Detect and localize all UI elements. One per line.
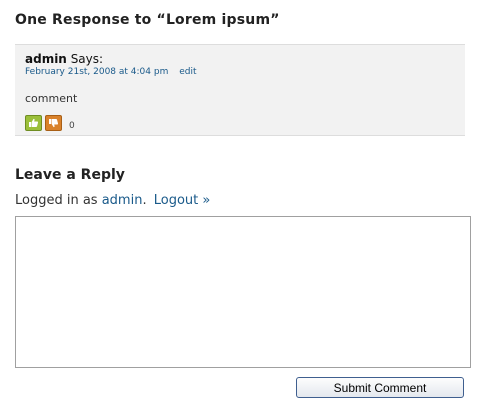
logged-in-line: Logged in as admin. Logout » xyxy=(15,193,210,208)
thumb-up-icon[interactable] xyxy=(25,115,42,131)
comment: admin Says: February 21st, 2008 at 4:04 … xyxy=(15,44,465,136)
comment-says-label: Says: xyxy=(70,52,104,66)
logout-link[interactable]: Logout » xyxy=(154,193,211,208)
comment-author: admin Says: xyxy=(25,52,103,66)
thumb-down-icon[interactable] xyxy=(45,115,62,131)
user-profile-link[interactable]: admin xyxy=(102,193,143,208)
separator: . xyxy=(142,193,147,208)
comment-date-link[interactable]: February 21st, 2008 at 4:04 pm xyxy=(25,67,168,77)
comment-meta: February 21st, 2008 at 4:04 pm edit xyxy=(25,67,197,77)
comment-author-name: admin xyxy=(25,52,67,66)
submit-comment-button[interactable]: Submit Comment xyxy=(296,377,464,398)
comment-text: comment xyxy=(25,92,78,105)
reply-title: Leave a Reply xyxy=(15,167,125,183)
comment-textarea[interactable] xyxy=(15,216,471,368)
rating-count: 0 xyxy=(69,121,75,131)
responses-title: One Response to “Lorem ipsum” xyxy=(15,12,280,28)
comment-rating: 0 xyxy=(25,115,75,131)
logged-in-label: Logged in as xyxy=(15,193,98,208)
comment-edit-link[interactable]: edit xyxy=(179,67,196,77)
